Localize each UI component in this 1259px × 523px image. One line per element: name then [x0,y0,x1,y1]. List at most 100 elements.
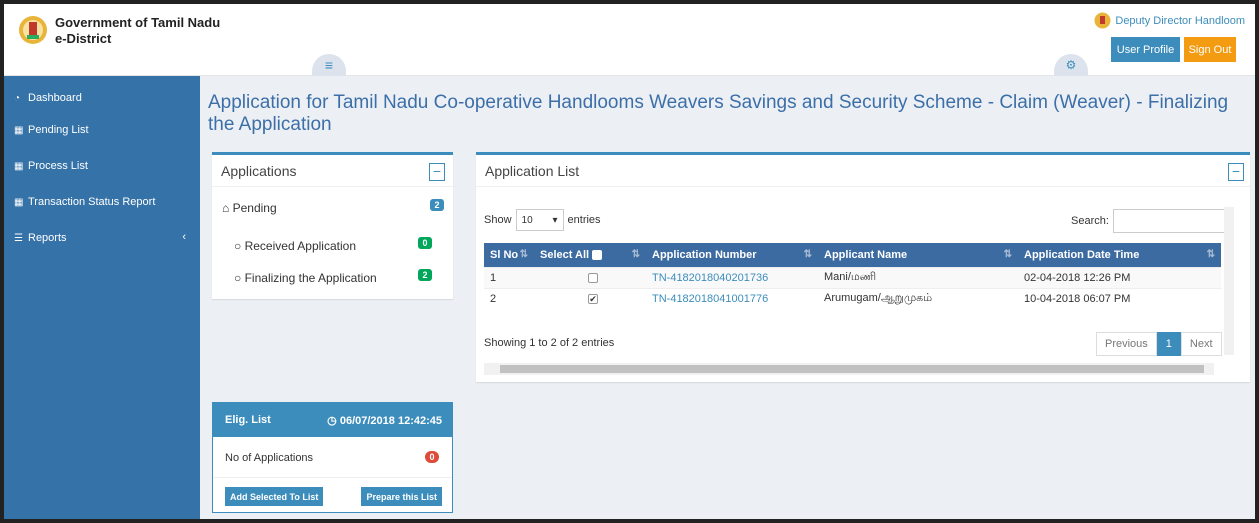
clock-icon: ◷ [327,415,337,427]
cell-sl-no: 2 [484,287,534,309]
col-applicant-name[interactable]: Applicant Name ⇅ [818,243,1018,267]
col-application-number-label: Application Number [652,248,757,261]
app-window: Government of Tamil Nadu e-District ≡ De… [4,4,1255,519]
dashboard-icon: ◔ [14,92,21,104]
sidebar: ◔ Dashboard ▦ Pending List ▦ Process Lis… [4,76,200,519]
pagination: Previous 1 Next [1096,332,1222,356]
application-number-link[interactable]: TN-4182018041001776 [652,293,768,305]
cell-applicant-name: Arumugam/ஆறுமுகம் [818,287,1018,309]
list-icon: ☰ [14,232,23,244]
vertical-scrollbar[interactable] [1224,207,1234,355]
inbox-icon: ⌂ [222,201,230,215]
entries-label: entries [567,214,601,226]
elig-list-panel: Elig. List ◷ 06/07/2018 12:42:45 No of A… [212,402,453,513]
sidebar-item-label: Transaction Status Report [28,196,156,208]
table-info: Showing 1 to 2 of 2 entries [484,337,615,349]
cell-applicant-name: Mani/மணி [818,266,1018,288]
sidebar-item-reports[interactable]: ☰ Reports ‹ [4,220,200,256]
col-applicant-name-label: Applicant Name [824,248,908,261]
caret-down-icon: ▾ [552,214,558,226]
select-all-checkbox[interactable] [592,249,603,260]
th-icon: ▦ [14,160,24,172]
table-row: 2 ✔ TN-4182018041001776 Arumugam/ஆறுமுகம… [484,287,1221,309]
sidebar-item-label: Pending List [28,124,89,136]
entries-select[interactable]: 10 ▾ [515,209,564,231]
horizontal-scrollbar[interactable] [484,363,1214,375]
pending-label: Pending [232,201,277,215]
received-application-item[interactable]: ○ Received Application [234,239,356,253]
collapse-applications-button[interactable]: − [429,163,445,181]
applications-box: Applications − ⌂ Pending 2 ○ Received Ap… [212,152,453,299]
page-1-button[interactable]: 1 [1156,332,1181,356]
elig-list-title: Elig. List [225,414,271,426]
row-select-checkbox[interactable] [588,272,598,283]
show-label: Show [484,214,512,226]
col-application-number[interactable]: Application Number ⇅ [646,243,818,267]
th-icon: ▦ [14,196,24,208]
row-select-checkbox[interactable]: ✔ [588,293,598,304]
search-input[interactable] [1112,209,1231,233]
applications-box-header: Applications − [212,155,453,187]
sidebar-item-pending-list[interactable]: ▦ Pending List [4,112,200,148]
col-select-all-label: Select All [540,248,590,261]
applications-title: Applications [221,163,297,179]
sidebar-item-label: Process List [28,160,88,172]
finalizing-label: Finalizing the Application [244,271,377,285]
pending-count-badge: 2 [430,199,444,211]
top-header: Government of Tamil Nadu e-District ≡ De… [4,4,1255,76]
prepare-this-list-button[interactable]: Prepare this List [361,487,442,506]
sort-icon: ⇅ [803,249,812,260]
table-header-row: Sl No ⇅ Select All ⇅ Application Number … [484,243,1221,267]
application-number-link[interactable]: TN-4182018040201736 [652,272,768,284]
sort-icon: ⇅ [1206,249,1215,260]
sort-icon: ⇅ [631,249,640,260]
received-count-badge: 0 [418,237,432,249]
sidebar-item-transaction-status-report[interactable]: ▦ Transaction Status Report [4,184,200,220]
col-application-date-time-label: Application Date Time [1024,248,1140,261]
pending-item[interactable]: ⌂ Pending [222,201,277,215]
sidebar-item-label: Reports [28,232,67,244]
entries-length-control: Show 10 ▾ entries [484,209,601,231]
col-sl-no[interactable]: Sl No ⇅ [484,243,534,267]
finalizing-count-badge: 2 [418,269,432,281]
sort-icon: ⇅ [1003,249,1012,260]
user-emblem-icon [1094,12,1111,29]
collapse-application-list-button[interactable]: − [1228,163,1244,181]
user-name[interactable]: Deputy Director Handloom [1115,15,1245,27]
hamburger-icon[interactable]: ≡ [312,54,346,76]
cell-date-time: 02-04-2018 12:26 PM [1018,266,1221,288]
user-info: Deputy Director Handloom [1094,12,1245,29]
search-label: Search: [1071,215,1109,227]
application-list-box: Application List − Show 10 ▾ entries Sea… [476,152,1250,382]
th-icon: ▦ [14,124,24,136]
application-table: Sl No ⇅ Select All ⇅ Application Number … [484,243,1221,309]
page-title: Application for Tamil Nadu Co-operative … [208,92,1229,135]
previous-page-button[interactable]: Previous [1096,332,1157,356]
entries-select-value: 10 [521,214,533,226]
add-selected-to-list-button[interactable]: Add Selected To List [225,487,324,506]
sort-icon: ⇅ [519,249,528,260]
finalizing-application-item[interactable]: ○ Finalizing the Application [234,271,377,285]
org-title: Government of Tamil Nadu [55,15,221,30]
elig-list-header: Elig. List ◷ 06/07/2018 12:42:45 [213,403,452,437]
user-profile-button[interactable]: User Profile [1111,37,1180,62]
application-list-header: Application List − [476,155,1250,187]
no-of-applications-label: No of Applications [225,452,314,464]
sidebar-item-dashboard[interactable]: ◔ Dashboard [4,84,200,112]
no-of-applications-badge: 0 [425,451,439,463]
sign-out-button[interactable]: Sign Out [1184,37,1236,62]
sidebar-item-process-list[interactable]: ▦ Process List [4,148,200,184]
col-application-date-time[interactable]: Application Date Time ⇅ [1018,243,1221,267]
circle-icon: ○ [234,239,242,253]
gears-icon[interactable]: ⚙ [1054,54,1088,76]
cell-date-time: 10-04-2018 06:07 PM [1018,287,1221,309]
horizontal-scroll-thumb[interactable] [500,365,1204,373]
elig-time-value: 06/07/2018 12:42:45 [339,415,442,427]
tn-emblem-logo [19,16,47,44]
circle-icon: ○ [234,271,242,285]
org-subtitle: e-District [55,31,112,46]
next-page-button[interactable]: Next [1180,332,1222,356]
col-sl-no-label: Sl No [490,248,519,261]
col-select-all[interactable]: Select All ⇅ [534,243,646,267]
received-label: Received Application [244,239,356,253]
